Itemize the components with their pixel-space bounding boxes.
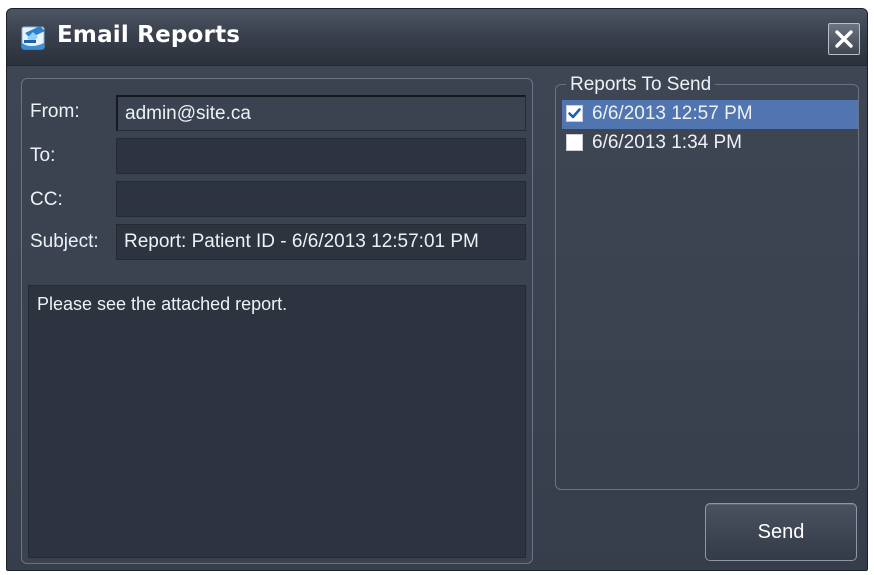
to-field[interactable] (116, 138, 526, 174)
report-label: 6/6/2013 12:57 PM (592, 103, 753, 124)
email-report-icon (21, 26, 45, 50)
title-bar[interactable]: Email Reports (7, 9, 867, 66)
dialog-title: Email Reports (57, 22, 241, 48)
dialog-body: From: admin@site.ca To: CC: Subject: Rep… (7, 66, 867, 570)
report-checkbox-checked[interactable] (566, 105, 583, 122)
email-form-panel: From: admin@site.ca To: CC: Subject: Rep… (21, 78, 533, 564)
report-checkbox-unchecked[interactable] (566, 134, 583, 151)
reports-legend: Reports To Send (566, 74, 716, 96)
report-label: 6/6/2013 1:34 PM (592, 132, 742, 153)
cc-label: CC: (30, 189, 63, 210)
reports-to-send-group: Reports To Send 6/6/2013 12:57 PM 6/6/20… (555, 74, 859, 490)
checkmark-icon (568, 108, 581, 119)
subject-field[interactable]: Report: Patient ID - 6/6/2013 12:57:01 P… (116, 224, 526, 260)
from-label: From: (30, 101, 80, 122)
cc-field[interactable] (116, 181, 526, 217)
close-icon (835, 30, 853, 48)
close-button[interactable] (828, 23, 860, 55)
to-label: To: (30, 145, 56, 166)
email-reports-dialog: Email Reports From: admin@site.ca To: CC… (6, 8, 868, 571)
from-field[interactable]: admin@site.ca (116, 95, 526, 131)
report-item[interactable]: 6/6/2013 12:57 PM (562, 100, 858, 129)
subject-label: Subject: (30, 231, 99, 252)
send-button[interactable]: Send (705, 503, 857, 561)
report-item[interactable]: 6/6/2013 1:34 PM (562, 129, 858, 158)
message-body[interactable]: Please see the attached report. (28, 285, 526, 558)
